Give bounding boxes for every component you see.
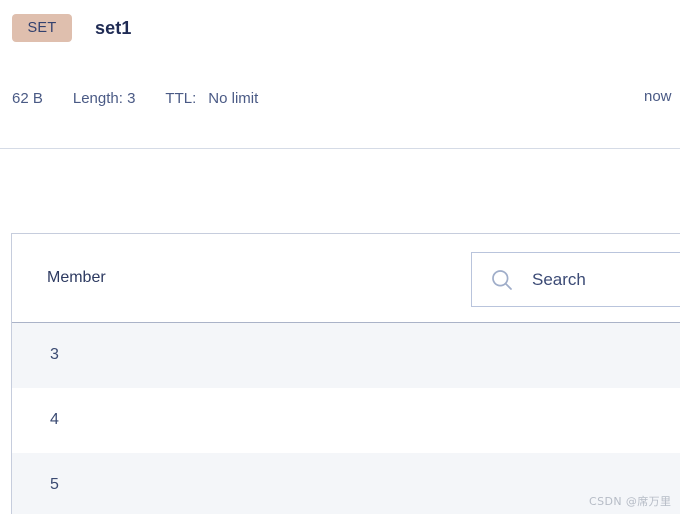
cell-member: 5 bbox=[50, 476, 59, 494]
key-size: 62 B bbox=[12, 90, 43, 107]
key-length: Length: 3 bbox=[72, 90, 136, 107]
search-box[interactable] bbox=[471, 252, 680, 307]
key-detail-panel: SET set1 62 B Length: 3 TTL: No limit no… bbox=[0, 0, 680, 514]
key-last-updated: now bbox=[644, 88, 672, 105]
key-type-badge: SET bbox=[12, 14, 72, 42]
search-input[interactable] bbox=[532, 269, 680, 290]
cell-member: 4 bbox=[50, 411, 59, 429]
members-table-header: Member bbox=[12, 234, 680, 323]
table-row[interactable]: 3 bbox=[12, 323, 680, 388]
key-header: SET set1 62 B Length: 3 TTL: No limit no… bbox=[0, 0, 680, 148]
column-header-member: Member bbox=[47, 269, 106, 286]
key-toolbar bbox=[0, 149, 680, 348]
key-title-row: SET set1 bbox=[12, 14, 131, 42]
key-ttl-label: TTL: bbox=[165, 90, 197, 107]
key-ttl-value[interactable]: No limit bbox=[208, 88, 258, 109]
members-table: Member 3 4 5 bbox=[11, 233, 680, 514]
key-name: set1 bbox=[95, 17, 132, 38]
table-row[interactable]: 5 bbox=[12, 453, 680, 514]
search-icon bbox=[490, 268, 514, 292]
table-row[interactable]: 4 bbox=[12, 388, 680, 453]
members-table-body: 3 4 5 bbox=[12, 323, 680, 514]
cell-member: 3 bbox=[50, 346, 59, 364]
key-meta-row: 62 B Length: 3 TTL: No limit bbox=[12, 88, 258, 109]
